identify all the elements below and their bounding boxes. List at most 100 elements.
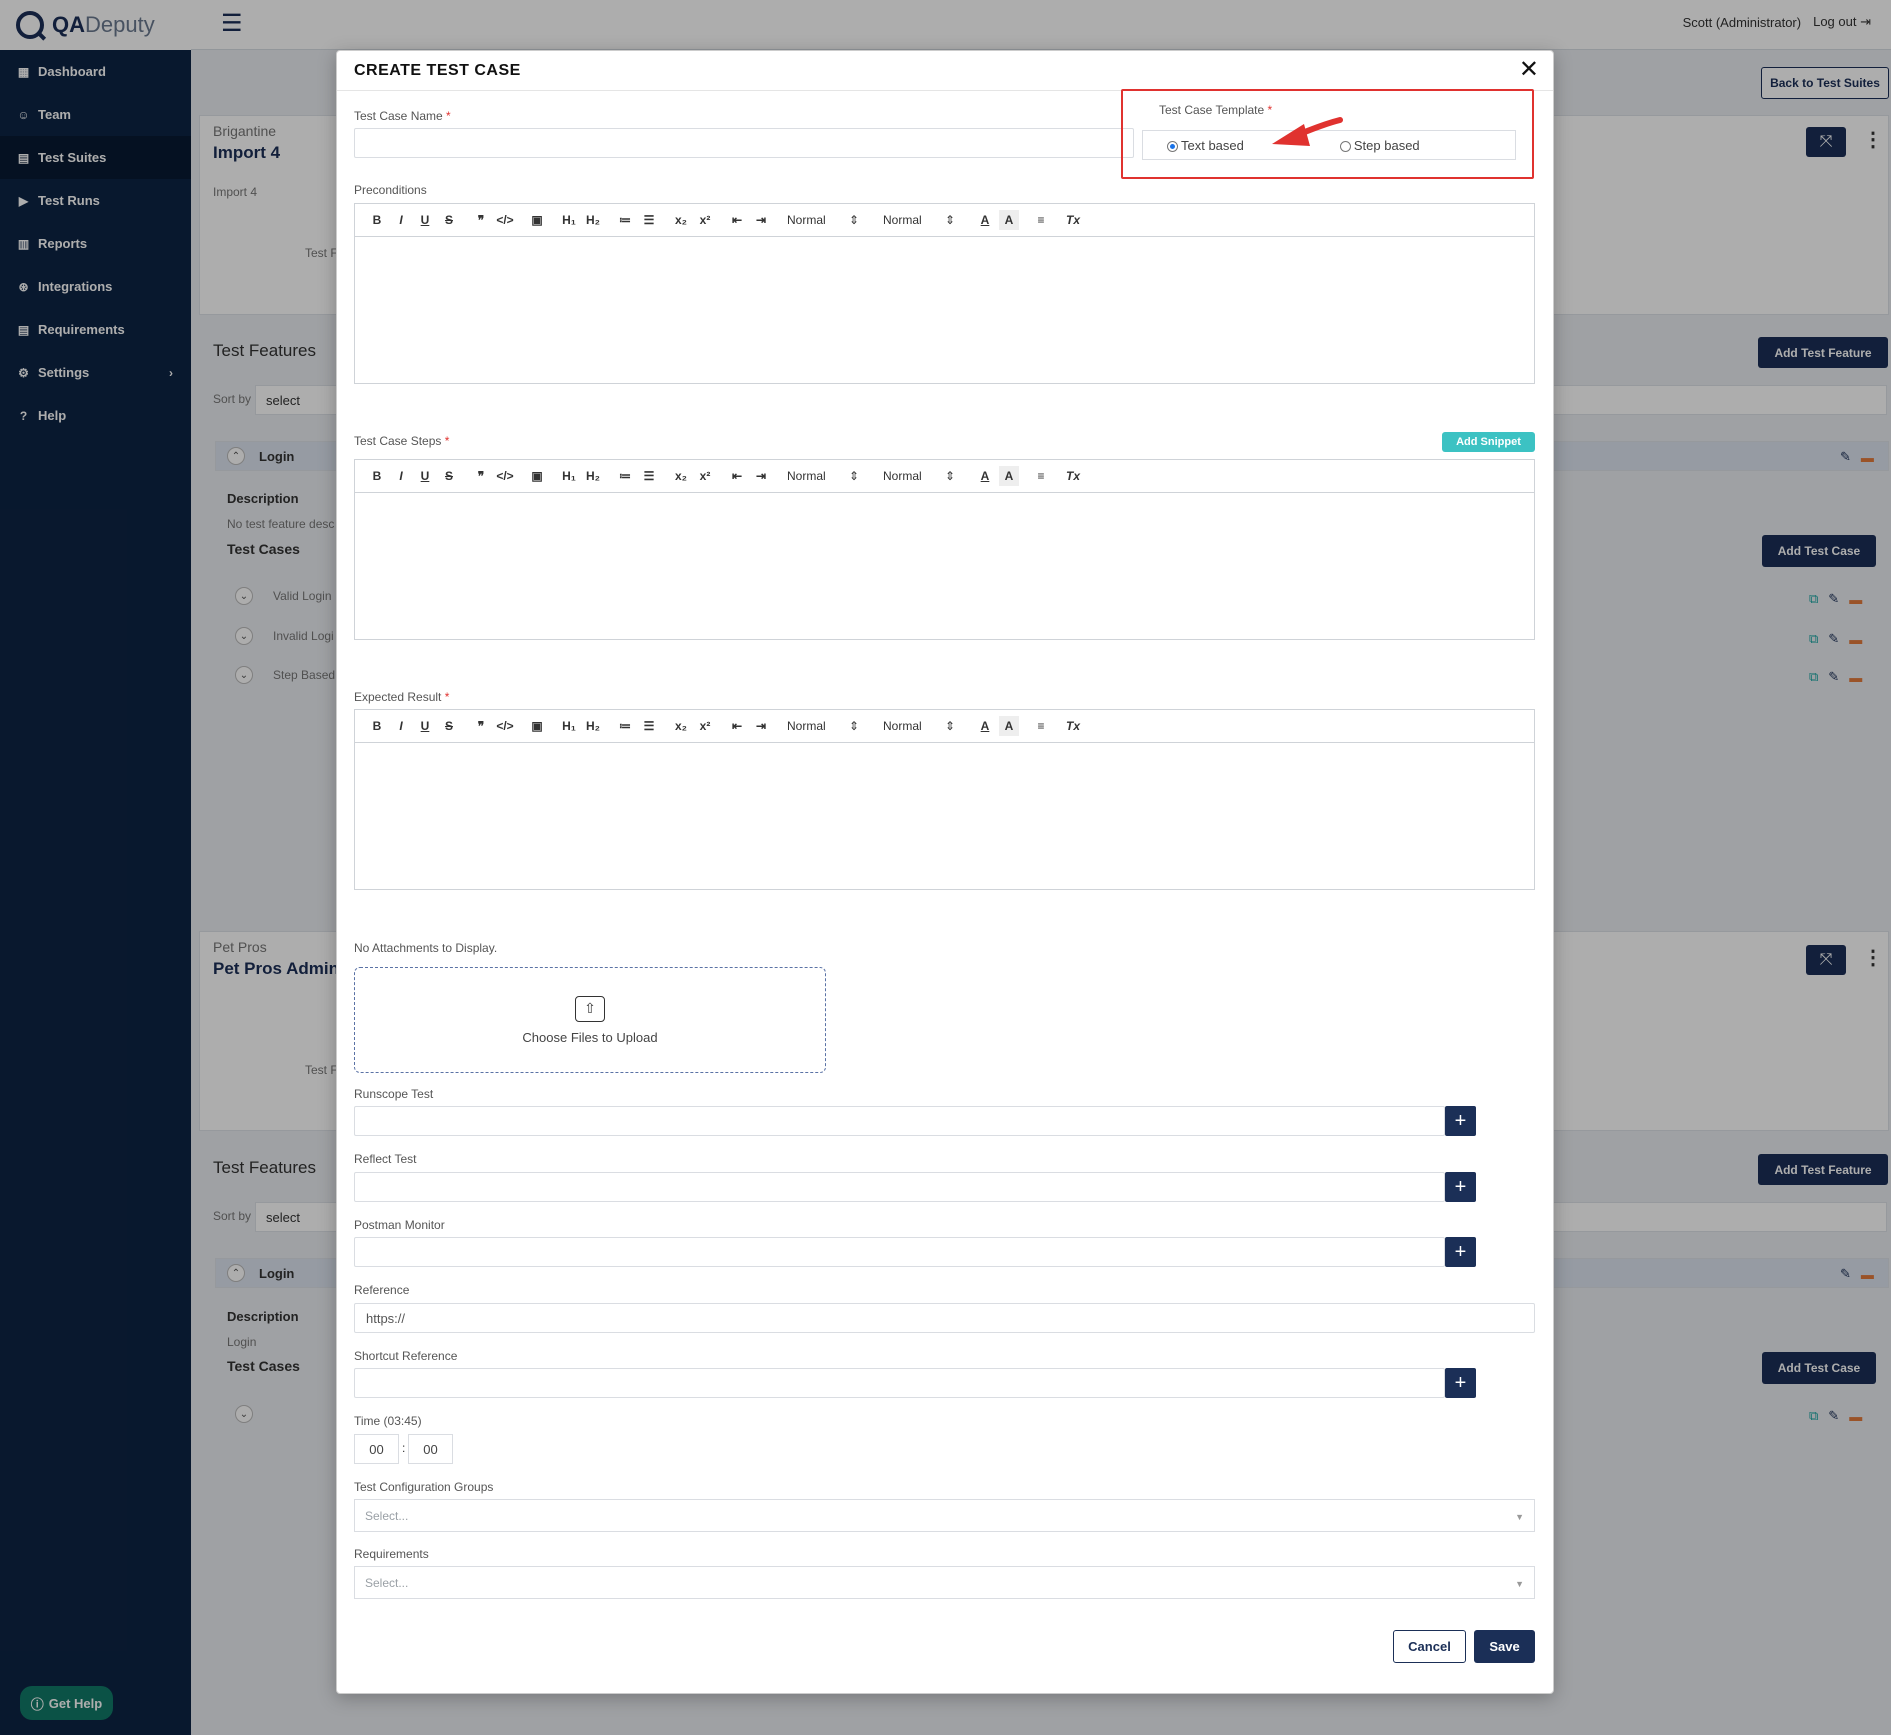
runscope-label: Runscope Test <box>354 1087 434 1101</box>
reflect-label: Reflect Test <box>354 1152 417 1166</box>
indent-icon[interactable]: ⇥ <box>751 716 771 736</box>
close-icon[interactable]: ✕ <box>1519 57 1539 83</box>
italic-button[interactable]: I <box>391 210 411 230</box>
add-postman-button[interactable]: + <box>1445 1237 1476 1267</box>
h2-button[interactable]: H₂ <box>583 210 603 230</box>
ordered-list-icon[interactable]: ≔ <box>615 466 635 486</box>
strike-button[interactable]: S <box>439 210 459 230</box>
strike-button[interactable]: S <box>439 716 459 736</box>
h1-button[interactable]: H₁ <box>559 716 579 736</box>
size-select[interactable]: Normal ⇕ <box>783 716 863 736</box>
add-runscope-button[interactable]: + <box>1445 1106 1476 1136</box>
save-button[interactable]: Save <box>1474 1630 1535 1663</box>
clear-format-icon[interactable]: Tx <box>1063 210 1083 230</box>
size-select[interactable]: Normal ⇕ <box>783 466 863 486</box>
image-icon[interactable]: ▣ <box>527 716 547 736</box>
add-snippet-button[interactable]: Add Snippet <box>1442 432 1535 452</box>
h2-button[interactable]: H₂ <box>583 716 603 736</box>
test-case-name-input[interactable] <box>354 128 1134 158</box>
shortcut-reference-input[interactable] <box>354 1368 1445 1398</box>
h2-button[interactable]: H₂ <box>583 466 603 486</box>
superscript-button[interactable]: x² <box>695 466 715 486</box>
align-icon[interactable]: ≡ <box>1031 716 1051 736</box>
editor-toolbar: B I U S ❞ </> ▣ H₁ H₂ ≔ ☰ x₂ x² ⇤ ⇥ Norm… <box>355 204 1534 237</box>
quote-button[interactable]: ❞ <box>471 716 491 736</box>
underline-button[interactable]: U <box>415 210 435 230</box>
clear-format-icon[interactable]: Tx <box>1063 716 1083 736</box>
postman-input[interactable] <box>354 1237 1445 1267</box>
add-shortcut-button[interactable]: + <box>1445 1368 1476 1398</box>
time-hours-input[interactable]: 00 <box>354 1434 399 1464</box>
h1-button[interactable]: H₁ <box>559 210 579 230</box>
underline-button[interactable]: U <box>415 466 435 486</box>
text-color-icon[interactable]: A <box>975 466 995 486</box>
font-select[interactable]: Normal ⇕ <box>879 716 959 736</box>
template-label: Test Case Template * <box>1159 103 1273 117</box>
image-icon[interactable]: ▣ <box>527 210 547 230</box>
config-groups-select[interactable]: Select... ▼ <box>354 1499 1535 1532</box>
background-color-icon[interactable]: A <box>999 716 1019 736</box>
background-color-icon[interactable]: A <box>999 210 1019 230</box>
indent-icon[interactable]: ⇥ <box>751 466 771 486</box>
bold-button[interactable]: B <box>367 210 387 230</box>
bold-button[interactable]: B <box>367 716 387 736</box>
h1-button[interactable]: H₁ <box>559 466 579 486</box>
subscript-button[interactable]: x₂ <box>671 466 691 486</box>
updown-icon: ⇕ <box>848 469 859 483</box>
size-select[interactable]: Normal ⇕ <box>783 210 863 230</box>
outdent-icon[interactable]: ⇤ <box>727 466 747 486</box>
code-button[interactable]: </> <box>495 466 515 486</box>
reflect-input[interactable] <box>354 1172 1445 1202</box>
italic-button[interactable]: I <box>391 716 411 736</box>
superscript-button[interactable]: x² <box>695 716 715 736</box>
indent-icon[interactable]: ⇥ <box>751 210 771 230</box>
time-minutes-input[interactable]: 00 <box>408 1434 453 1464</box>
code-button[interactable]: </> <box>495 210 515 230</box>
subscript-button[interactable]: x₂ <box>671 716 691 736</box>
outdent-icon[interactable]: ⇤ <box>727 210 747 230</box>
upload-text: Choose Files to Upload <box>522 1029 658 1045</box>
text-color-icon[interactable]: A <box>975 716 995 736</box>
text-color-icon[interactable]: A <box>975 210 995 230</box>
file-upload-dropzone[interactable]: ⇧ Choose Files to Upload <box>354 967 826 1073</box>
quote-button[interactable]: ❞ <box>471 210 491 230</box>
subscript-button[interactable]: x₂ <box>671 210 691 230</box>
runscope-input[interactable] <box>354 1106 1445 1136</box>
bullet-list-icon[interactable]: ☰ <box>639 716 659 736</box>
preconditions-label: Preconditions <box>354 183 427 197</box>
bullet-list-icon[interactable]: ☰ <box>639 466 659 486</box>
code-button[interactable]: </> <box>495 716 515 736</box>
background-color-icon[interactable]: A <box>999 466 1019 486</box>
config-groups-label: Test Configuration Groups <box>354 1480 494 1494</box>
italic-button[interactable]: I <box>391 466 411 486</box>
superscript-button[interactable]: x² <box>695 210 715 230</box>
quote-button[interactable]: ❞ <box>471 466 491 486</box>
align-icon[interactable]: ≡ <box>1031 210 1051 230</box>
clear-format-icon[interactable]: Tx <box>1063 466 1083 486</box>
editor-toolbar: B I U S ❞ </> ▣ H₁ H₂ ≔ ☰ x₂ x² ⇤ ⇥ Norm… <box>355 460 1534 493</box>
add-reflect-button[interactable]: + <box>1445 1172 1476 1202</box>
align-icon[interactable]: ≡ <box>1031 466 1051 486</box>
ordered-list-icon[interactable]: ≔ <box>615 210 635 230</box>
underline-button[interactable]: U <box>415 716 435 736</box>
bold-button[interactable]: B <box>367 466 387 486</box>
attachments-label: No Attachments to Display. <box>354 941 498 955</box>
annotation-arrow-icon <box>1272 117 1343 146</box>
strike-button[interactable]: S <box>439 466 459 486</box>
cancel-button[interactable]: Cancel <box>1393 1630 1466 1663</box>
requirements-select[interactable]: Select... ▼ <box>354 1566 1535 1599</box>
font-select[interactable]: Normal ⇕ <box>879 466 959 486</box>
requirements-label: Requirements <box>354 1547 429 1561</box>
font-select[interactable]: Normal ⇕ <box>879 210 959 230</box>
preconditions-editor[interactable]: B I U S ❞ </> ▣ H₁ H₂ ≔ ☰ x₂ x² ⇤ ⇥ Norm… <box>354 203 1535 384</box>
image-icon[interactable]: ▣ <box>527 466 547 486</box>
outdent-icon[interactable]: ⇤ <box>727 716 747 736</box>
test-case-steps-editor[interactable]: B I U S ❞ </> ▣ H₁ H₂ ≔ ☰ x₂ x² ⇤ ⇥ Norm… <box>354 459 1535 640</box>
editor-toolbar: B I U S ❞ </> ▣ H₁ H₂ ≔ ☰ x₂ x² ⇤ ⇥ Norm… <box>355 710 1534 743</box>
reference-input[interactable]: https:// <box>354 1303 1535 1333</box>
ordered-list-icon[interactable]: ≔ <box>615 716 635 736</box>
time-label: Time (03:45) <box>354 1414 422 1428</box>
radio-text-based[interactable]: Text based <box>1167 138 1244 153</box>
expected-result-editor[interactable]: B I U S ❞ </> ▣ H₁ H₂ ≔ ☰ x₂ x² ⇤ ⇥ Norm… <box>354 709 1535 890</box>
bullet-list-icon[interactable]: ☰ <box>639 210 659 230</box>
